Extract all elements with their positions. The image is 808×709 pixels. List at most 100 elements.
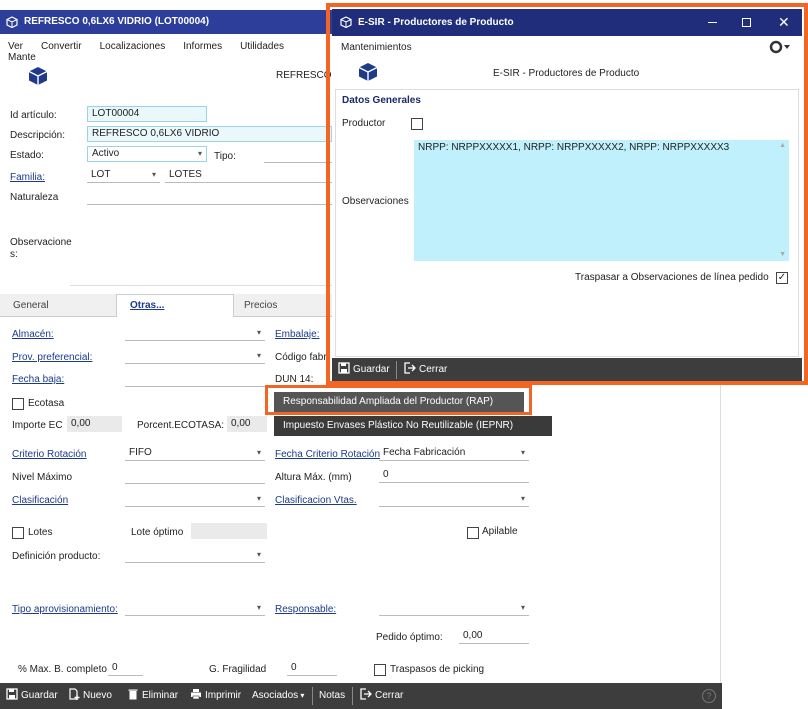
- dialog-menu-mantenimientos[interactable]: Mantenimientos: [341, 42, 412, 53]
- menu-informes[interactable]: Informes: [183, 41, 222, 52]
- fecha-baja-field[interactable]: [125, 371, 265, 387]
- notas-button[interactable]: Notas: [319, 683, 345, 709]
- productor-label: Productor: [342, 118, 386, 129]
- tab-otras[interactable]: Otras...: [116, 294, 234, 317]
- nivel-max-label: Nivel Máximo: [12, 472, 73, 483]
- settings-dropdown-icon[interactable]: [769, 40, 791, 57]
- printer-icon: [191, 689, 201, 700]
- clasificacion-select[interactable]: ▾: [125, 491, 265, 507]
- tab-general-label: General: [13, 300, 49, 311]
- nuevo-label: Nuevo: [83, 690, 112, 701]
- responsable-label: Responsable:: [275, 604, 337, 615]
- desc-label: Descripción:: [10, 130, 66, 141]
- cerrar-button[interactable]: Cerrar: [360, 683, 403, 709]
- chevron-down-icon: ▾: [520, 494, 525, 503]
- naturaleza-field[interactable]: [87, 189, 332, 205]
- chevron-down-icon: ▾: [520, 448, 525, 457]
- lotes-checkbox[interactable]: [12, 527, 24, 539]
- popup-item-rap[interactable]: Responsabilidad Ampliada del Productor (…: [274, 392, 524, 412]
- traspasos-label: Traspasos de picking: [390, 664, 485, 675]
- menu-localizaciones[interactable]: Localizaciones: [100, 41, 166, 52]
- familia-name-field[interactable]: LOTES: [165, 167, 332, 183]
- familia-code-select[interactable]: LOT ▾: [87, 167, 160, 183]
- tab-precios[interactable]: Precios: [234, 296, 334, 316]
- dialog-guardar-button[interactable]: Guardar: [338, 358, 390, 381]
- help-icon[interactable]: ?: [702, 689, 716, 703]
- max-b-field[interactable]: 0: [108, 660, 143, 676]
- popup-item-iepnr[interactable]: Impuesto Envases Plástico No Reutilizabl…: [274, 416, 552, 436]
- main-title: REFRESCO 0,6LX6 VIDRIO (LOT00004): [24, 16, 210, 27]
- lote-optimo-field[interactable]: [191, 523, 267, 539]
- dialog-box-icon: [340, 16, 352, 31]
- productor-checkbox[interactable]: [411, 118, 423, 130]
- id-label: Id artículo:: [10, 110, 57, 121]
- apilable-checkbox[interactable]: [467, 527, 479, 539]
- eliminar-button[interactable]: Eliminar: [127, 683, 178, 709]
- altura-field[interactable]: 0: [379, 467, 529, 483]
- app-box-icon: [6, 16, 18, 31]
- codigo-fab-label: Código fabr: [275, 352, 327, 363]
- importe-field[interactable]: 0,00: [67, 416, 122, 432]
- pedido-field[interactable]: 0,00: [459, 628, 529, 644]
- tipo-aprov-select[interactable]: ▾: [125, 600, 265, 616]
- dialog-titlebar: E-SIR - Productores de Producto ✕: [332, 9, 802, 36]
- minimize-icon[interactable]: [708, 22, 717, 23]
- estado-label: Estado:: [10, 150, 44, 161]
- imprimir-label: Imprimir: [205, 690, 242, 701]
- porcent-field[interactable]: 0,00: [227, 416, 267, 432]
- menu-utilidades[interactable]: Utilidades: [240, 41, 284, 52]
- criterio-value: FIFO: [129, 447, 152, 458]
- cerrar-label: Cerrar: [375, 690, 404, 701]
- notas-label: Notas: [319, 690, 346, 701]
- eliminar-label: Eliminar: [142, 690, 179, 701]
- responsable-select[interactable]: ▾: [379, 600, 529, 616]
- observaciones-value: NRPP: NRPPXXXXX1, NRPP: NRPPXXXXX2, NRPP…: [418, 142, 730, 153]
- almacen-select[interactable]: ▾: [125, 325, 265, 341]
- desc-field[interactable]: REFRESCO 0,6LX6 VIDRIO: [87, 126, 332, 142]
- nuevo-button[interactable]: Nuevo: [68, 683, 112, 709]
- observaciones-textarea[interactable]: NRPP: NRPPXXXXX1, NRPP: NRPPXXXXX2, NRPP…: [414, 140, 789, 261]
- definicion-select[interactable]: ▾: [125, 547, 265, 563]
- scroll-down-icon[interactable]: ▼: [779, 251, 786, 258]
- menu-convertir[interactable]: Convertir: [41, 41, 82, 52]
- close-icon[interactable]: ✕: [778, 14, 790, 31]
- traspasar-checkbox[interactable]: ✓: [776, 272, 788, 284]
- nivel-max-field[interactable]: [125, 468, 265, 484]
- main-menubar: Ver Convertir Localizaciones Informes Utilid…: [8, 41, 338, 63]
- exit-icon: [360, 688, 372, 700]
- observaciones-field[interactable]: [70, 210, 332, 286]
- popup-menu: Responsabilidad Ampliada del Productor (…: [274, 392, 552, 438]
- menu-mantenimientos[interactable]: Mante: [8, 52, 36, 63]
- traspasar-label: Traspasar a Observaciones de línea pedid…: [575, 272, 769, 283]
- dialog-logo-cube-icon: [358, 62, 378, 85]
- guardar-button[interactable]: Guardar: [6, 683, 58, 709]
- dialog-guardar-label: Guardar: [353, 364, 390, 375]
- dialog-header: E-SIR - Productores de Producto: [493, 68, 640, 79]
- tipo-field[interactable]: [264, 147, 332, 163]
- tab-general[interactable]: General: [4, 296, 116, 316]
- toolbar-separator: [396, 361, 397, 379]
- menu-ver[interactable]: Ver: [8, 41, 23, 52]
- asociados-button[interactable]: Asociados ▾: [252, 683, 304, 709]
- prov-select[interactable]: ▾: [125, 348, 265, 364]
- toolbar-separator: [312, 687, 313, 705]
- chevron-down-icon: ▾: [520, 603, 525, 612]
- id-field[interactable]: LOT00004: [87, 106, 207, 122]
- imprimir-button[interactable]: Imprimir: [190, 683, 241, 709]
- scroll-up-icon[interactable]: ▲: [779, 142, 786, 149]
- criterio-select[interactable]: FIFO ▾: [125, 445, 265, 461]
- familia-code-value: LOT: [91, 169, 111, 180]
- criterio-label: Criterio Rotación: [12, 449, 87, 460]
- fragilidad-field[interactable]: 0: [287, 660, 337, 676]
- prov-label: Prov. preferencial:: [12, 352, 93, 363]
- esir-dialog: E-SIR - Productores de Producto ✕ Manten…: [332, 9, 802, 381]
- lotes-label: Lotes: [28, 527, 53, 538]
- estado-select[interactable]: Activo ▾: [87, 146, 207, 162]
- dialog-cerrar-button[interactable]: Cerrar: [404, 358, 447, 381]
- fecha-crit-select[interactable]: Fecha Fabricación ▾: [379, 445, 529, 461]
- toolbar-separator: [352, 687, 353, 705]
- maximize-icon[interactable]: [742, 18, 751, 27]
- clasif-vtas-select[interactable]: ▾: [379, 491, 529, 507]
- ecotasa-checkbox[interactable]: [12, 398, 24, 410]
- traspasos-checkbox[interactable]: [374, 664, 386, 676]
